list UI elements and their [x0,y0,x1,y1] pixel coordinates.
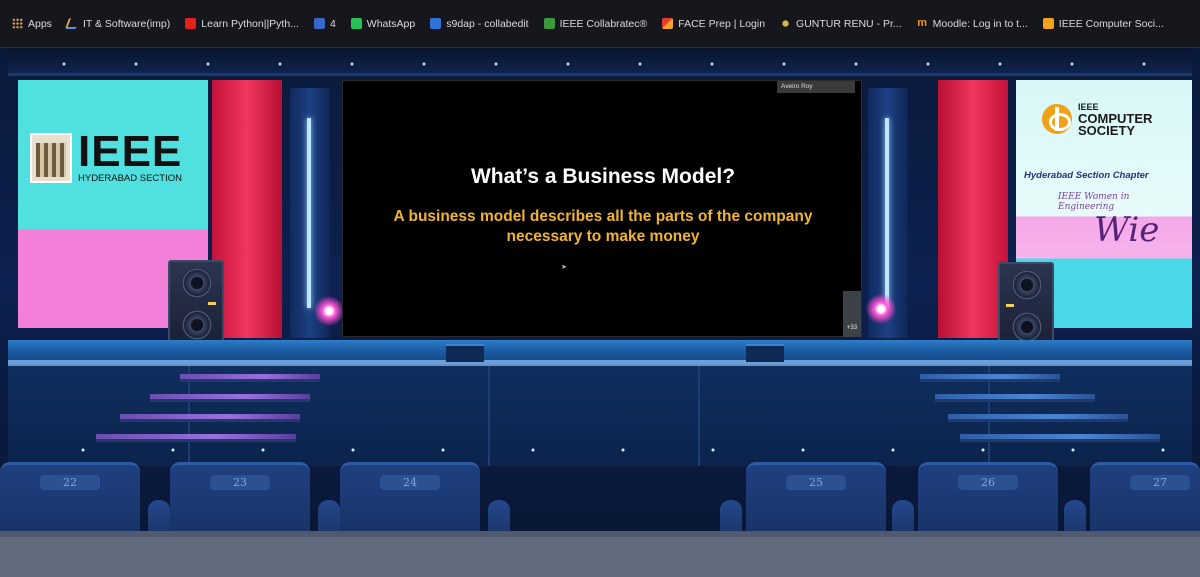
bookmark-label: Apps [28,17,52,30]
stair-step [120,414,300,422]
seat-number: 25 [786,475,846,490]
stair-step [948,414,1128,422]
bookmark-it-software[interactable]: IT & Software(imp) [64,17,171,30]
computer-society-logo: IEEE COMPUTER SOCIETY [1042,94,1192,144]
stair-step [150,394,310,402]
audience-seat[interactable]: 23 [170,462,310,542]
bookmark-label: IT & Software(imp) [82,17,171,30]
charminar-icon [30,133,72,183]
presentation-screen[interactable]: Aveiro Roy What’s a Business Model? A bu… [342,80,862,337]
bookmark-label: IEEE Computer Soci... [1058,17,1164,30]
audience-seat[interactable]: 26 [918,462,1058,542]
computer-society-icon [1042,104,1072,134]
bookmark-whatsapp[interactable]: WhatsApp [350,17,416,30]
slide-body: A business model describes all the parts… [393,208,813,245]
collabratec-icon [543,18,555,29]
stair-step [920,374,1060,382]
whatsapp-icon [350,18,362,29]
wie-logo: IEEE Women in Engineering Wie [1058,192,1160,264]
spotlight-icon [866,294,896,324]
cs-line3: SOCIETY [1078,123,1136,138]
seat-number: 24 [380,475,440,490]
wie-mark: Wie [1094,210,1160,250]
apps-grid-icon [12,18,23,29]
seat-number: 23 [210,475,270,490]
mouse-cursor-icon: ➤ [561,264,567,271]
floor-lights [8,440,1192,452]
sunburst-icon [780,18,792,29]
audience-seat[interactable]: 24 [340,462,480,542]
it-software-icon [64,18,80,29]
ieee-cs-icon [1042,18,1054,29]
bookmark-collabratec[interactable]: IEEE Collabratec® [543,17,648,30]
chapter-name: Hyderabad Section Chapter [1024,170,1149,181]
numbered-page-icon [313,18,325,29]
wie-arc-text: IEEE Women in Engineering [1058,192,1130,212]
bookmark-label: FACE Prep | Login [678,17,766,30]
bookmark-label: IEEE Collabratec® [559,17,648,30]
collabedit-icon [430,18,442,29]
bookmark-label: Moodle: Log in to t... [932,17,1028,30]
virtual-stage: IEEE HYDERABAD SECTION IEEE COMPUTER SOC… [0,48,1200,577]
bookmark-label: s9dap - collabedit [446,17,529,30]
ieee-logo-text: IEEE [78,127,183,176]
audience-seat[interactable]: 27 [1090,462,1200,542]
bottom-control-bar [0,531,1200,577]
presenter-name-tag: Aveiro Roy [777,81,855,93]
bookmarks-bar: Apps IT & Software(imp) Learn Python||Py… [0,0,1200,48]
speaker-icon [168,260,224,346]
audience-seat[interactable]: 22 [0,462,140,542]
bookmark-collabedit[interactable]: s9dap - collabedit [430,17,529,30]
ieee-hyderabad-logo: IEEE HYDERABAD SECTION [30,127,202,184]
audience-seat[interactable]: 25 [746,462,886,542]
section-name: HYDERABAD SECTION [78,173,182,184]
speaker-icon [998,262,1054,348]
bookmark-label: 4 [329,17,336,30]
bookmark-apps[interactable]: Apps [12,18,52,30]
participant-count[interactable]: +33 [843,291,861,337]
lighting-truss [8,48,1192,76]
seat-number: 26 [958,475,1018,490]
bookmark-guntur-renu[interactable]: GUNTUR RENU - Pr... [780,18,902,30]
bookmark-moodle[interactable]: m Moodle: Log in to t... [917,18,1028,30]
bookmark-label: WhatsApp [366,17,416,30]
stage-monitor-box [746,344,784,362]
bookmark-label: Learn Python||Pyth... [201,17,299,30]
bookmark-learn-python[interactable]: Learn Python||Pyth... [185,18,299,30]
stair-step [935,394,1095,402]
bookmark-label: GUNTUR RENU - Pr... [796,17,902,30]
spotlight-icon [314,296,344,326]
seat-number: 27 [1130,475,1190,490]
faceprep-icon [662,18,674,29]
moodle-icon: m [917,17,928,29]
slide-title: What’s a Business Model? [470,165,736,188]
stage-monitor-box [446,344,484,362]
bookmark-4[interactable]: 4 [313,17,336,30]
stair-step [180,374,320,382]
youtube-icon [185,18,197,29]
seat-number: 22 [40,475,100,490]
bookmark-ieee-cs[interactable]: IEEE Computer Soci... [1042,17,1164,30]
bookmark-faceprep[interactable]: FACE Prep | Login [662,18,765,30]
